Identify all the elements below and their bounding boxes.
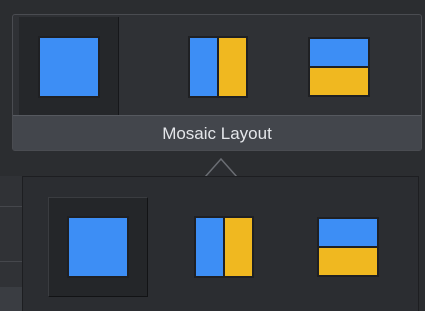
mosaic-layout-caption[interactable]: Mosaic Layout — [13, 115, 421, 150]
single-pane-layout-icon — [37, 36, 100, 98]
pane-primary — [319, 219, 377, 246]
vertical-split-layout-icon — [194, 216, 254, 278]
pane-primary — [190, 38, 217, 96]
popup-layout-option-single[interactable] — [48, 197, 148, 297]
pane-primary — [310, 39, 368, 66]
pane-secondary — [319, 246, 377, 275]
pane-primary — [39, 38, 98, 96]
divider — [0, 261, 22, 262]
horizontal-split-layout-icon — [317, 217, 379, 277]
divider — [0, 206, 22, 207]
popup-pointer-arrow-icon — [204, 157, 238, 178]
popup-layout-option-stacked[interactable] — [298, 197, 398, 297]
layout-option-single[interactable] — [19, 17, 119, 117]
mosaic-layout-toolbar: Mosaic Layout — [12, 14, 422, 151]
single-pane-layout-icon — [67, 216, 129, 278]
pane-secondary — [310, 66, 368, 95]
mosaic-layout-popup — [22, 176, 419, 311]
pane-primary — [69, 218, 127, 276]
horizontal-split-layout-icon — [308, 37, 370, 97]
layout-option-side-by-side[interactable] — [168, 17, 268, 117]
pane-secondary — [223, 218, 252, 276]
background-panel-edge — [0, 287, 22, 311]
pane-secondary — [217, 38, 246, 96]
popup-layout-option-side-by-side[interactable] — [174, 197, 274, 297]
layout-option-stacked[interactable] — [289, 17, 389, 117]
pane-primary — [196, 218, 223, 276]
vertical-split-layout-icon — [188, 36, 248, 98]
